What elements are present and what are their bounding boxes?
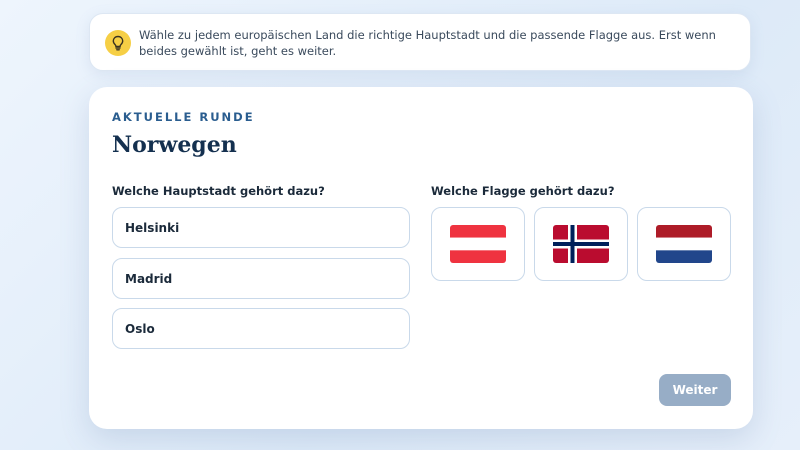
capital-question-label: Welche Hauptstadt gehört dazu? [112,184,325,198]
round-eyebrow: AKTUELLE RUNDE [112,110,255,124]
next-button[interactable]: Weiter [659,374,731,406]
flag-option-netherlands[interactable] [637,207,731,281]
country-title: Norwegen [112,132,237,158]
quiz-card: AKTUELLE RUNDE Norwegen Welche Hauptstad… [89,87,753,429]
austria-flag-icon [450,225,506,263]
flag-option-austria[interactable] [431,207,525,281]
norway-flag-icon [553,225,609,263]
hint-banner: Wähle zu jedem europäischen Land die ric… [89,13,751,71]
capital-option-oslo[interactable]: Oslo [112,308,410,349]
hint-text: Wähle zu jedem europäischen Land die ric… [139,28,716,58]
capital-option-helsinki[interactable]: Helsinki [112,207,410,248]
capital-option-madrid[interactable]: Madrid [112,258,410,299]
lightbulb-icon [105,30,131,56]
netherlands-flag-icon [656,225,712,263]
flag-option-norway[interactable] [534,207,628,281]
flag-question-label: Welche Flagge gehört dazu? [431,184,615,198]
